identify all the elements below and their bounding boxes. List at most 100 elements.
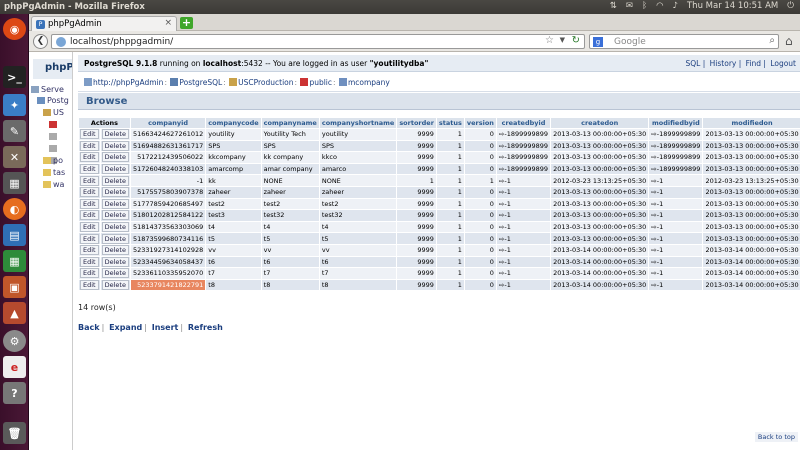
back-link[interactable]: Back — [78, 323, 100, 332]
edit-button[interactable]: Edit — [80, 268, 99, 279]
delete-button[interactable]: Delete — [101, 256, 129, 267]
delete-button[interactable]: Delete — [101, 210, 129, 221]
calc-sheet-icon[interactable]: ▦ — [3, 250, 26, 272]
breadcrumb-table[interactable]: mcompany — [348, 78, 390, 87]
history-link[interactable]: History — [710, 59, 737, 68]
table-cell-modifiedbyid[interactable]: ⇨-1 — [648, 185, 704, 199]
close-tab-icon[interactable]: × — [164, 18, 172, 28]
tree-node-postgresql[interactable]: Postg — [37, 96, 69, 105]
table-cell-modifiedbyid[interactable]: ⇨-1 — [648, 197, 704, 211]
tree-node-po[interactable]: po — [43, 156, 63, 165]
table-cell-createdbyid[interactable]: ⇨-1899999899 — [495, 151, 552, 164]
bluetooth-icon[interactable]: ᛒ — [642, 1, 647, 11]
table-cell-modifiedbyid[interactable]: ⇨-1899999899 — [648, 128, 704, 141]
table-cell-modifiedbyid[interactable]: ⇨-1 — [648, 278, 704, 292]
column-header[interactable]: companyid — [129, 117, 207, 129]
clock[interactable]: Thu Mar 14 10:51 AM — [687, 1, 778, 11]
tree-node-tas[interactable]: tas — [43, 168, 65, 177]
table-cell-modifiedbyid[interactable]: ⇨-1899999899 — [648, 162, 704, 176]
delete-button[interactable]: Delete — [101, 222, 129, 232]
breadcrumb-database[interactable]: USCProduction — [238, 78, 293, 87]
breadcrumb-schema[interactable]: public — [309, 78, 332, 87]
trash-icon[interactable]: 🗑 — [3, 422, 26, 444]
table-cell-createdbyid[interactable]: ⇨-1 — [495, 255, 552, 269]
google-icon[interactable]: g — [593, 37, 603, 47]
edit-button[interactable]: Edit — [80, 164, 99, 174]
delete-button[interactable]: Delete — [101, 152, 129, 163]
edit-button[interactable]: Edit — [80, 233, 99, 244]
table-cell-modifiedbyid[interactable]: ⇨-1 — [648, 243, 704, 257]
column-header[interactable]: companyshortname — [318, 117, 398, 129]
column-header[interactable]: version — [463, 117, 497, 129]
power-icon[interactable]: ⏻ — [787, 1, 794, 11]
table-cell-modifiedbyid[interactable]: ⇨-1 — [648, 220, 704, 234]
delete-button[interactable]: Delete — [101, 187, 129, 198]
table-cell-modifiedbyid[interactable]: ⇨-1 — [648, 209, 704, 222]
home-icon[interactable]: ⌂ — [785, 34, 793, 48]
edit-button[interactable]: Edit — [80, 175, 99, 186]
table-cell-createdbyid[interactable]: ⇨-1 — [495, 209, 552, 222]
column-header[interactable]: modifiedon — [702, 117, 800, 129]
table-cell-modifiedbyid[interactable]: ⇨-1 — [648, 232, 704, 245]
edit-button[interactable]: Edit — [80, 280, 99, 290]
firefox-icon[interactable]: ◐ — [3, 198, 26, 220]
expand-link[interactable]: Expand — [109, 323, 142, 332]
column-header[interactable]: createdon — [550, 117, 650, 129]
find-link[interactable]: Find — [746, 59, 761, 68]
new-tab-button[interactable]: + — [180, 17, 193, 29]
delete-button[interactable]: Delete — [101, 245, 129, 256]
delete-button[interactable]: Delete — [101, 164, 129, 174]
editor-icon[interactable]: ✎ — [3, 120, 26, 142]
delete-button[interactable]: Delete — [101, 280, 129, 290]
dropdown-arrow-icon[interactable]: ▼ — [560, 36, 565, 44]
table-cell-createdbyid[interactable]: ⇨-1899999899 — [495, 128, 552, 141]
arrows-icon[interactable]: ⇅ — [610, 1, 617, 11]
breadcrumb-server[interactable]: PostgreSQL — [179, 78, 222, 87]
column-header[interactable]: modifiedbyid — [648, 117, 704, 129]
column-header[interactable]: createdbyid — [495, 117, 552, 129]
back-button[interactable]: ❮ — [33, 34, 48, 49]
table-cell-modifiedbyid[interactable]: ⇨-1 — [648, 267, 704, 280]
tree-node-expand-3[interactable] — [49, 144, 59, 153]
logout-link[interactable]: Logout — [770, 59, 796, 68]
edit-button[interactable]: Edit — [80, 141, 99, 151]
delete-button[interactable]: Delete — [101, 268, 129, 279]
bird-icon[interactable]: ✦ — [3, 94, 26, 116]
column-header[interactable]: status — [435, 117, 465, 129]
app-icon[interactable]: e — [3, 356, 26, 378]
tab-phppgadmin[interactable]: P phpPgAdmin × — [31, 16, 177, 31]
wifi-icon[interactable]: ◠ — [656, 1, 663, 11]
volume-icon[interactable]: ♪ — [673, 1, 678, 11]
edit-button[interactable]: Edit — [80, 129, 99, 140]
tree-node-expand-1[interactable] — [49, 120, 59, 129]
table-cell-modifiedbyid[interactable]: ⇨-1 — [648, 174, 704, 187]
table-cell-createdbyid[interactable]: ⇨-1 — [495, 185, 552, 199]
delete-button[interactable]: Delete — [101, 141, 129, 151]
table-cell-createdbyid[interactable]: ⇨-1 — [495, 278, 552, 292]
edit-button[interactable]: Edit — [80, 222, 99, 232]
tree-node-expand-2[interactable] — [49, 132, 59, 141]
table-cell-createdbyid[interactable]: ⇨-1 — [495, 174, 552, 187]
table-cell-createdbyid[interactable]: ⇨-1 — [495, 243, 552, 257]
edit-button[interactable]: Edit — [80, 187, 99, 198]
delete-button[interactable]: Delete — [101, 129, 129, 140]
url-bar[interactable]: localhost/phppgadmin/ ☆ ▼ ↻ — [51, 34, 585, 49]
delete-button[interactable]: Delete — [101, 233, 129, 244]
settings-tools-icon[interactable]: ✕ — [3, 146, 26, 168]
terminal-icon[interactable]: >_ — [3, 66, 26, 88]
search-icon[interactable]: ⌕ — [769, 35, 775, 46]
impress-icon[interactable]: ▣ — [3, 276, 26, 298]
edit-button[interactable]: Edit — [80, 245, 99, 256]
table-cell-createdbyid[interactable]: ⇨-1899999899 — [495, 139, 552, 153]
table-cell-createdbyid[interactable]: ⇨-1899999899 — [495, 162, 552, 176]
bookmark-star-icon[interactable]: ☆ — [545, 35, 554, 46]
writer-icon[interactable]: ▤ — [3, 224, 26, 246]
insert-link[interactable]: Insert — [152, 323, 179, 332]
tree-node-wa[interactable]: wa — [43, 180, 64, 189]
table-cell-createdbyid[interactable]: ⇨-1 — [495, 220, 552, 234]
calculator-icon[interactable]: ▦ — [3, 172, 26, 194]
refresh-link[interactable]: Refresh — [188, 323, 223, 332]
table-cell-createdbyid[interactable]: ⇨-1 — [495, 267, 552, 280]
help-icon[interactable]: ? — [3, 382, 26, 404]
system-settings-icon[interactable]: ⚙ — [3, 330, 26, 352]
